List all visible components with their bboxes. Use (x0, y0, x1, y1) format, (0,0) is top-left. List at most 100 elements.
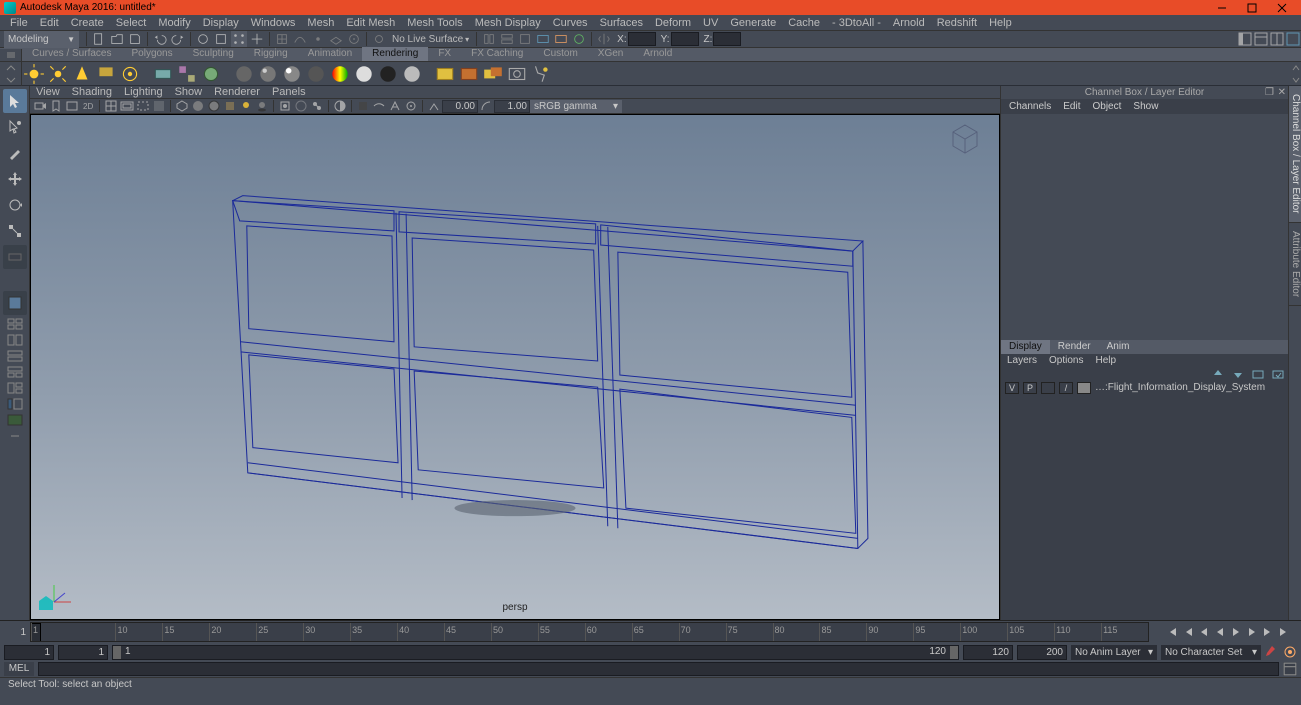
viewport[interactable]: persp (30, 114, 1000, 620)
shelf-scroll-up-icon[interactable] (0, 62, 21, 74)
shelf-tab-curves-surfaces[interactable]: Curves / Surfaces (22, 47, 121, 61)
step-fwd-icon[interactable] (1245, 625, 1259, 639)
side-tab-attribute-editor[interactable]: Attribute Editor (1289, 223, 1301, 306)
snap-point-icon[interactable] (310, 31, 326, 47)
paint-select-tool[interactable] (3, 141, 27, 165)
vp-image-plane-icon[interactable] (65, 99, 79, 113)
vp-gamma-toggle-icon[interactable] (427, 99, 441, 113)
side-tab-channel-box-layer-editor[interactable]: Channel Box / Layer Editor (1289, 86, 1301, 223)
menu-generate[interactable]: Generate (724, 17, 782, 29)
vp-film-gate-icon[interactable] (120, 99, 134, 113)
mat-layer-icon[interactable] (353, 63, 375, 85)
anim-layer-dropdown[interactable]: No Anim Layer▾ (1071, 645, 1157, 660)
shelf-tab-custom[interactable]: Custom (533, 47, 587, 61)
shelf-right-down-icon[interactable] (1291, 74, 1301, 86)
menu-file[interactable]: File (4, 17, 34, 29)
two-stack-layout[interactable] (3, 349, 27, 363)
range-end-outer[interactable]: 200 (1017, 645, 1067, 660)
layer-play-cell[interactable]: P (1023, 382, 1037, 394)
vp-menu-show[interactable]: Show (169, 86, 209, 98)
light-dir-icon[interactable] (23, 63, 45, 85)
shelf-scroll-down-icon[interactable] (0, 74, 21, 86)
open-scene-icon[interactable] (109, 31, 125, 47)
new-scene-icon[interactable] (91, 31, 107, 47)
menu-windows[interactable]: Windows (245, 17, 302, 29)
panel1-icon[interactable] (1238, 32, 1252, 46)
light-spot-icon[interactable] (71, 63, 93, 85)
step-fwd-key-icon[interactable] (1261, 625, 1275, 639)
menu-curves[interactable]: Curves (547, 17, 594, 29)
range-slider[interactable]: 1 120 (112, 645, 959, 660)
move-tool[interactable] (3, 167, 27, 191)
layer-name-label[interactable]: …:Flight_Information_Display_System (1095, 382, 1284, 393)
go-end-icon[interactable] (1277, 625, 1291, 639)
range-thumb-right[interactable] (950, 646, 958, 659)
step-back-key-icon[interactable] (1181, 625, 1195, 639)
single-persp-layout[interactable] (3, 291, 27, 315)
ch-menu-object[interactable]: Object (1087, 101, 1128, 112)
vp-menu-shading[interactable]: Shading (66, 86, 118, 98)
menu--3dtoall-[interactable]: - 3DtoAll - (826, 17, 887, 29)
vp-shadows-icon[interactable] (255, 99, 269, 113)
range-start-inner[interactable]: 1 (58, 645, 108, 660)
layer-row[interactable]: V P / …:Flight_Information_Display_Syste… (1001, 381, 1288, 395)
make-live-icon[interactable] (371, 31, 387, 47)
minimize-button[interactable] (1207, 0, 1237, 15)
shelf-tab-xgen[interactable]: XGen (588, 47, 634, 61)
shelf-tab-rendering[interactable]: Rendering (362, 47, 428, 61)
range-start-outer[interactable]: 1 (4, 645, 54, 660)
vp-grid-icon[interactable] (104, 99, 118, 113)
vp-shaded-icon[interactable] (191, 99, 205, 113)
vp-gamma-adj-icon[interactable] (479, 99, 493, 113)
mat-phong-icon[interactable] (281, 63, 303, 85)
popout-icon[interactable]: ❐ (1265, 87, 1274, 98)
layer-tab-render[interactable]: Render (1050, 340, 1099, 354)
move-layer-down-icon[interactable] (1232, 368, 1244, 380)
save-scene-icon[interactable] (127, 31, 143, 47)
shelf-tab-fx[interactable]: FX (428, 47, 461, 61)
mat-blinn-icon[interactable] (257, 63, 279, 85)
maximize-button[interactable] (1237, 0, 1267, 15)
step-back-icon[interactable] (1197, 625, 1211, 639)
move-layer-up-icon[interactable] (1212, 368, 1224, 380)
coord-x-input[interactable] (628, 32, 656, 46)
snap-plane-icon[interactable] (328, 31, 344, 47)
menu-deform[interactable]: Deform (649, 17, 697, 29)
vp-tex-icon[interactable] (223, 99, 237, 113)
layer-menu-help[interactable]: Help (1089, 355, 1122, 366)
render-frame-icon[interactable] (434, 63, 456, 85)
history-icon[interactable] (481, 31, 497, 47)
vp-isolate-icon[interactable] (278, 99, 292, 113)
vp-menu-renderer[interactable]: Renderer (208, 86, 266, 98)
menu-select[interactable]: Select (110, 17, 153, 29)
editor-icon[interactable] (152, 63, 174, 85)
ipr-render-icon[interactable] (458, 63, 480, 85)
three-top-layout[interactable] (3, 365, 27, 379)
prefs-icon[interactable] (1283, 645, 1297, 659)
mat-lambert-icon[interactable] (233, 63, 255, 85)
workspace-selector[interactable]: Modeling ▼ (4, 31, 79, 48)
rotate-tool[interactable] (3, 193, 27, 217)
menu-uv[interactable]: UV (697, 17, 724, 29)
render-seq-icon[interactable] (482, 63, 504, 85)
vp-xray-icon[interactable] (294, 99, 308, 113)
layer-disp-cell[interactable] (1041, 382, 1055, 394)
render-settings-icon[interactable] (506, 63, 528, 85)
vp-xray-joints-icon[interactable] (310, 99, 324, 113)
vp-res-gate-icon[interactable] (136, 99, 150, 113)
light-area-icon[interactable] (95, 63, 117, 85)
light-vol-icon[interactable] (119, 63, 141, 85)
menu-surfaces[interactable]: Surfaces (594, 17, 649, 29)
mel-input[interactable] (38, 662, 1279, 676)
outliner-layout[interactable] (3, 397, 27, 411)
menu-cache[interactable]: Cache (782, 17, 826, 29)
history2-icon[interactable] (499, 31, 515, 47)
ch-menu-channels[interactable]: Channels (1003, 101, 1057, 112)
vp-shaded-wire-icon[interactable] (207, 99, 221, 113)
shelf-tab-fx-caching[interactable]: FX Caching (461, 47, 533, 61)
vp-wire-icon[interactable] (175, 99, 189, 113)
shelf-right-up-icon[interactable] (1291, 62, 1301, 74)
render-view-icon[interactable] (535, 31, 551, 47)
play-icon[interactable] (1229, 625, 1243, 639)
vp-select-cam-icon[interactable] (33, 99, 47, 113)
